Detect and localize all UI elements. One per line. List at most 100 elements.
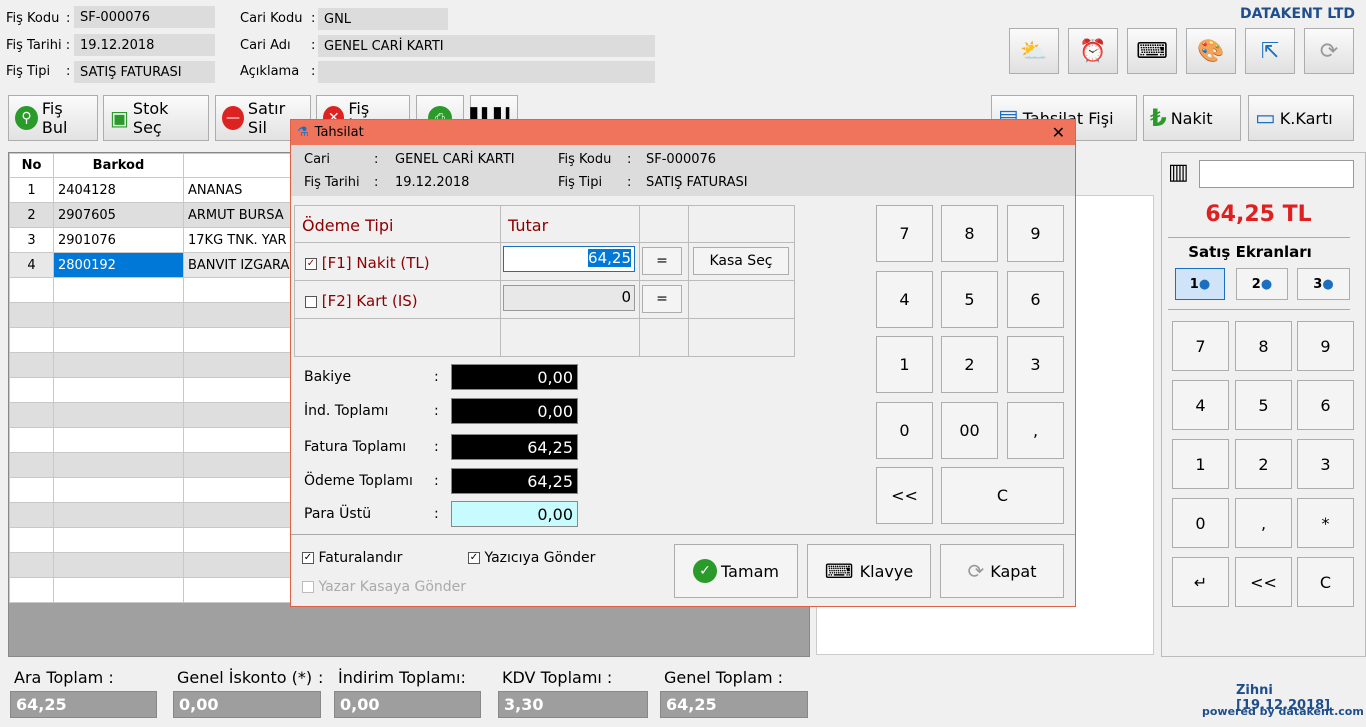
- dkey-comma[interactable]: ,: [1007, 402, 1064, 459]
- checkbox-unchecked-icon[interactable]: [305, 295, 317, 308]
- cari-kodu-label: Cari Kodu: [240, 11, 303, 26]
- fis-tarihi-field[interactable]: 19.12.2018: [74, 34, 215, 56]
- colon: :: [627, 152, 632, 167]
- keyboard-icon[interactable]: ⌨: [1127, 28, 1177, 74]
- checkbox-disabled-icon: [302, 581, 314, 593]
- yaziciya-checkbox[interactable]: ✓ Yazıcıya Gönder: [468, 550, 595, 566]
- rkey-2[interactable]: 2: [1235, 439, 1292, 489]
- dkey-1[interactable]: 1: [876, 336, 933, 393]
- dialog-title: Tahsilat: [314, 125, 364, 140]
- genel-iskonto-value[interactable]: 0,00: [173, 691, 321, 718]
- ind-toplami-value: 0,00: [451, 398, 578, 424]
- alarm-clock-icon[interactable]: ⏰: [1068, 28, 1118, 74]
- yazar-kasa-checkbox: Yazar Kasaya Gönder: [302, 579, 466, 595]
- fis-bul-button[interactable]: ⚲ Fiş Bul: [8, 95, 98, 141]
- rkey-enter[interactable]: ↵: [1172, 557, 1229, 607]
- tamam-button[interactable]: ✓ Tamam: [674, 544, 798, 598]
- col-barkod[interactable]: Barkod: [53, 153, 184, 178]
- faturalandir-checkbox[interactable]: ✓ Faturalandır: [302, 550, 402, 566]
- colon: :: [434, 403, 439, 419]
- nakit-amount-input[interactable]: 64,25: [503, 246, 635, 272]
- fis-kodu-label: Fiş Kodu: [6, 11, 60, 26]
- cari-kodu-field[interactable]: GNL: [318, 8, 448, 30]
- cari-adi-field[interactable]: GENEL CARİ KARTI: [318, 35, 655, 57]
- aciklama-field[interactable]: [318, 61, 655, 83]
- dkey-5[interactable]: 5: [941, 271, 998, 328]
- rkey-8[interactable]: 8: [1235, 321, 1292, 371]
- screen-1-button[interactable]: 1 ●: [1175, 268, 1225, 300]
- col-no[interactable]: No: [9, 153, 54, 178]
- fis-tarihi-label: Fiş Tarihi :: [6, 38, 71, 53]
- rkey-backspace[interactable]: <<: [1235, 557, 1292, 607]
- colon: :: [374, 152, 379, 167]
- dkey-6[interactable]: 6: [1007, 271, 1064, 328]
- nakit-equals-button[interactable]: =: [642, 247, 682, 275]
- cari-value: GENEL CARİ KARTI: [395, 152, 515, 167]
- klavye-button[interactable]: ⌨ Klavye: [807, 544, 931, 598]
- kart-row[interactable]: [F2] Kart (IS): [305, 292, 418, 310]
- stok-sec-button[interactable]: ▣ Stok Seç: [103, 95, 209, 141]
- nakit-button[interactable]: ₺ Nakit: [1143, 95, 1241, 141]
- kapat-button[interactable]: ⟳ Kapat: [940, 544, 1064, 598]
- dkey-2[interactable]: 2: [941, 336, 998, 393]
- colon: :: [66, 64, 71, 79]
- checkbox-checked-icon[interactable]: ✓: [468, 552, 480, 564]
- fis-kodu-field[interactable]: SF-000076: [74, 6, 215, 28]
- bakiye-value: 0,00: [451, 364, 578, 390]
- odeme-toplami-value: 64,25: [451, 468, 578, 494]
- klavye-label: Klavye: [859, 561, 914, 581]
- colon: :: [434, 473, 439, 489]
- kasa-sec-button[interactable]: Kasa Seç: [693, 247, 789, 275]
- fis-tipi-field[interactable]: SATIŞ FATURASI: [74, 61, 215, 83]
- weather-icon[interactable]: ⛅: [1009, 28, 1059, 74]
- rkey-0[interactable]: 0: [1172, 498, 1229, 548]
- kart-amount-input[interactable]: 0: [503, 285, 635, 311]
- palette-icon[interactable]: 🎨: [1186, 28, 1236, 74]
- colon: :: [434, 369, 439, 385]
- rkey-clear[interactable]: C: [1297, 557, 1354, 607]
- rkey-6[interactable]: 6: [1297, 380, 1354, 430]
- dkey-8[interactable]: 8: [941, 205, 998, 262]
- dkey-00[interactable]: 00: [941, 402, 998, 459]
- dkey-clear[interactable]: C: [941, 467, 1064, 524]
- rkey-asterisk[interactable]: *: [1297, 498, 1354, 548]
- barcode-input[interactable]: [1199, 160, 1354, 188]
- colon: :: [318, 668, 324, 687]
- rkey-1[interactable]: 1: [1172, 439, 1229, 489]
- nakit-row[interactable]: ✓ [F1] Nakit (TL): [305, 254, 430, 272]
- lira-hand-icon: ₺: [1150, 104, 1167, 132]
- logout-icon[interactable]: ⟳: [1304, 28, 1354, 74]
- rkey-comma[interactable]: ,: [1235, 498, 1292, 548]
- exit-window-icon[interactable]: ⇱: [1245, 28, 1295, 74]
- dkey-backspace[interactable]: <<: [876, 467, 933, 524]
- k-karti-button[interactable]: ▭ K.Kartı: [1248, 95, 1354, 141]
- rkey-3[interactable]: 3: [1297, 439, 1354, 489]
- app-icon: ⚗: [297, 125, 309, 140]
- close-icon[interactable]: ✕: [1052, 123, 1065, 142]
- indirim-toplami-label: İndirim Toplamı:: [338, 668, 466, 687]
- checkbox-checked-icon[interactable]: ✓: [302, 552, 314, 564]
- dkey-3[interactable]: 3: [1007, 336, 1064, 393]
- screen-2-button[interactable]: 2 ●: [1236, 268, 1288, 300]
- rkey-7[interactable]: 7: [1172, 321, 1229, 371]
- tutar-header: Tutar: [508, 216, 549, 235]
- checkbox-checked-icon[interactable]: ✓: [305, 257, 317, 270]
- payment-table: Ödeme Tipi Tutar ✓ [F1] Nakit (TL) 64,25…: [294, 205, 795, 357]
- ara-toplam-value: 64,25: [10, 691, 157, 718]
- rkey-4[interactable]: 4: [1172, 380, 1229, 430]
- indirim-toplami-value: 0,00: [334, 691, 481, 718]
- credit-card-icon: ▭: [1255, 105, 1276, 131]
- user-icon: ●: [1260, 276, 1273, 292]
- kart-equals-button[interactable]: =: [642, 285, 682, 313]
- rkey-5[interactable]: 5: [1235, 380, 1292, 430]
- dkey-0[interactable]: 0: [876, 402, 933, 459]
- dkey-4[interactable]: 4: [876, 271, 933, 328]
- ara-toplam-label: Ara Toplam :: [14, 668, 114, 687]
- check-circle-icon: ✓: [693, 559, 718, 583]
- dkey-9[interactable]: 9: [1007, 205, 1064, 262]
- exit-icon: ⟳: [967, 559, 985, 583]
- fis-kodu-label: Fiş Kodu: [558, 152, 612, 167]
- dkey-7[interactable]: 7: [876, 205, 933, 262]
- rkey-9[interactable]: 9: [1297, 321, 1354, 371]
- screen-3-button[interactable]: 3 ●: [1297, 268, 1350, 300]
